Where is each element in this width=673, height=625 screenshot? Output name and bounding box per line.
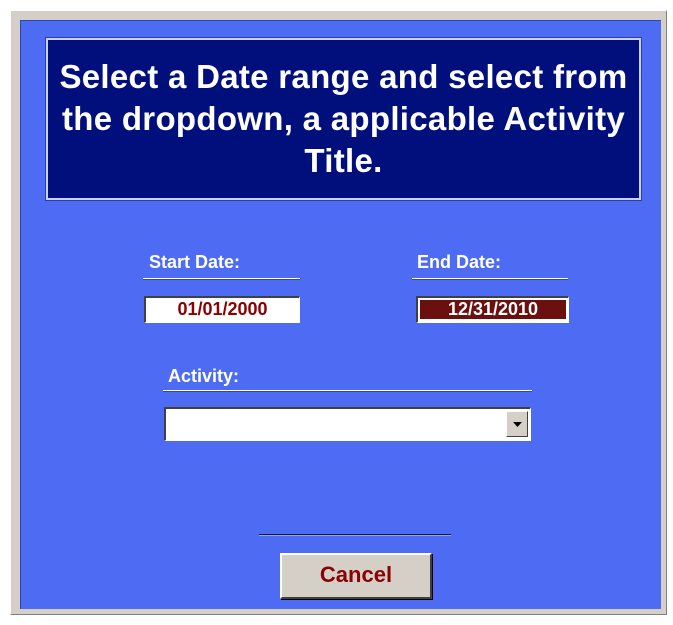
activity-label: Activity: xyxy=(168,366,240,386)
activity-label-underline xyxy=(163,390,532,391)
window-frame: Select a Date range and select from the … xyxy=(0,0,673,625)
end-date-field[interactable]: 12/31/2010 xyxy=(416,296,569,323)
start-date-label-underline xyxy=(143,278,300,279)
end-date-label: End Date: xyxy=(417,252,502,272)
start-date-field[interactable]: 01/01/2000 xyxy=(144,296,300,323)
end-date-label-underline xyxy=(412,278,568,279)
activity-dropdown-button[interactable] xyxy=(506,411,528,437)
instruction-text: Select a Date range and select from the … xyxy=(59,58,628,179)
instruction-header: Select a Date range and select from the … xyxy=(45,37,642,201)
end-date-value: 12/31/2010 xyxy=(420,300,566,319)
start-date-label: Start Date: xyxy=(149,252,241,272)
button-divider xyxy=(259,534,451,535)
activity-dropdown[interactable] xyxy=(164,407,531,441)
chevron-down-icon xyxy=(512,415,522,433)
cancel-button[interactable]: Cancel xyxy=(280,553,432,599)
form-panel: Select a Date range and select from the … xyxy=(20,20,661,609)
